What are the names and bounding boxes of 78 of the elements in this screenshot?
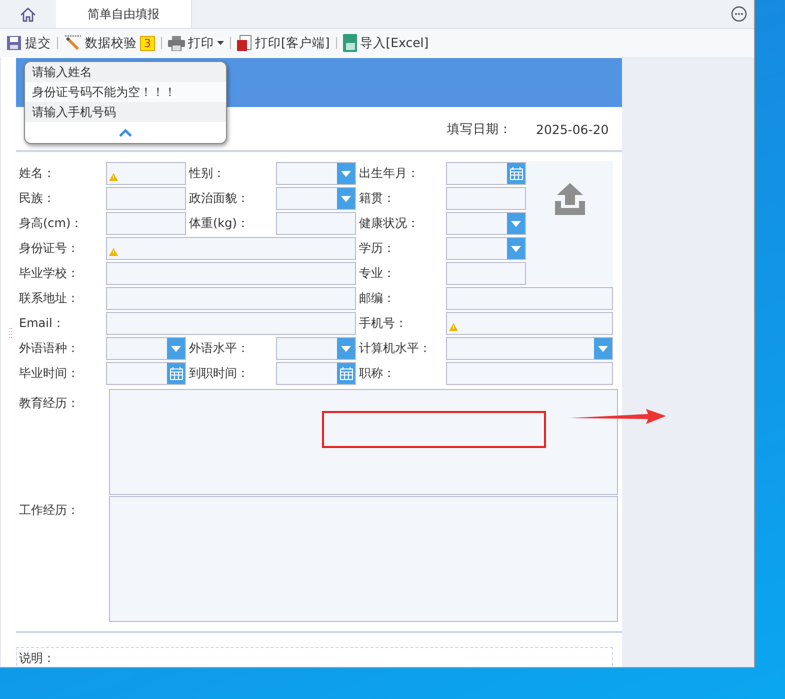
text-field[interactable] <box>446 287 613 310</box>
date-label: 填写日期： <box>447 120 512 138</box>
form-tab[interactable]: 简单自由填报 <box>56 0 192 28</box>
field-label: 身份证号： <box>18 240 80 257</box>
dropdown-field[interactable] <box>106 337 186 360</box>
pdf-button[interactable]: 打印[客户端] <box>235 34 332 52</box>
date-field[interactable] <box>446 162 526 185</box>
upload-icon <box>554 182 584 214</box>
text-field[interactable] <box>276 212 356 235</box>
field-label: 毕业时间： <box>18 365 80 382</box>
field-label: Email： <box>18 315 66 332</box>
field-label: 外语语种： <box>18 340 80 357</box>
date-field[interactable] <box>106 362 186 385</box>
calendar-icon[interactable] <box>507 163 525 184</box>
field-label: 计算机水平： <box>358 340 432 357</box>
field-label: 到职时间： <box>188 365 250 382</box>
field-label: 职称： <box>358 365 396 382</box>
dropdown-field[interactable] <box>276 187 356 210</box>
text-field[interactable] <box>446 262 526 285</box>
text-field[interactable] <box>106 212 186 235</box>
text-field[interactable] <box>106 187 186 210</box>
field-label: 姓名： <box>18 165 56 182</box>
text-field[interactable] <box>446 312 613 335</box>
warning-icon <box>109 248 118 256</box>
field-label: 身高(cm)： <box>18 215 84 232</box>
calendar-icon[interactable] <box>167 363 185 384</box>
print-button[interactable]: 打印 <box>166 34 226 52</box>
warning-icon <box>449 323 458 331</box>
field-label: 性别： <box>188 165 226 182</box>
text-field[interactable] <box>446 362 613 385</box>
text-field[interactable] <box>106 262 356 285</box>
text-field[interactable] <box>106 312 356 335</box>
date-value: 2025-06-20 <box>536 122 609 136</box>
field-label: 工作经历： <box>18 502 80 519</box>
more-icon[interactable] <box>731 6 747 22</box>
field-label: 联系地址： <box>18 290 80 307</box>
photo-upload-area[interactable] <box>526 161 613 286</box>
field-label: 教育经历： <box>18 395 80 412</box>
field-label: 籍贯： <box>358 190 396 207</box>
dropdown-field[interactable] <box>446 212 526 235</box>
calendar-icon[interactable] <box>337 363 355 384</box>
dropdown-field[interactable] <box>446 237 526 260</box>
field-label: 政治面貌： <box>188 190 250 207</box>
text-field[interactable] <box>106 287 356 310</box>
text-field[interactable] <box>446 187 526 210</box>
field-label: 出生年月： <box>358 165 420 182</box>
warning-icon <box>109 173 118 181</box>
check-button[interactable]: 数据校验 3 <box>62 34 157 52</box>
chevron-up-icon[interactable] <box>119 128 132 136</box>
validation-message[interactable]: 请输入姓名 <box>25 62 226 82</box>
save-button[interactable]: 提交 <box>4 34 53 52</box>
home-icon <box>20 6 36 22</box>
text-field[interactable] <box>106 237 356 260</box>
excel-button[interactable]: 导入[Excel] <box>340 34 431 52</box>
note-label: 说明： <box>19 651 55 665</box>
field-label: 毕业学校： <box>18 265 80 282</box>
field-label: 健康状况： <box>358 215 420 232</box>
validation-message[interactable]: 请输入手机号码 <box>25 102 226 122</box>
field-label: 手机号： <box>358 315 408 332</box>
count-badge: 3 <box>140 36 155 50</box>
spreadsheet-icon <box>342 34 357 52</box>
text-field[interactable] <box>106 162 186 185</box>
field-label: 体重(kg)： <box>188 215 250 232</box>
field-label: 邮编： <box>358 290 396 307</box>
printer-icon <box>168 36 185 50</box>
field-label: 学历： <box>358 240 396 257</box>
document-icon <box>237 34 252 52</box>
dropdown-field[interactable] <box>276 162 356 185</box>
pencil-icon <box>64 35 82 51</box>
dropdown-field[interactable] <box>446 337 613 360</box>
validation-message[interactable]: 身份证号码不能为空！！！ <box>25 82 226 102</box>
text-area[interactable] <box>109 389 618 495</box>
field-label: 专业： <box>358 265 396 282</box>
field-label: 民族： <box>18 190 56 207</box>
floppy-icon <box>6 35 22 51</box>
dropdown-field[interactable] <box>276 337 356 360</box>
field-label: 外语水平： <box>188 340 250 357</box>
date-field[interactable] <box>276 362 356 385</box>
